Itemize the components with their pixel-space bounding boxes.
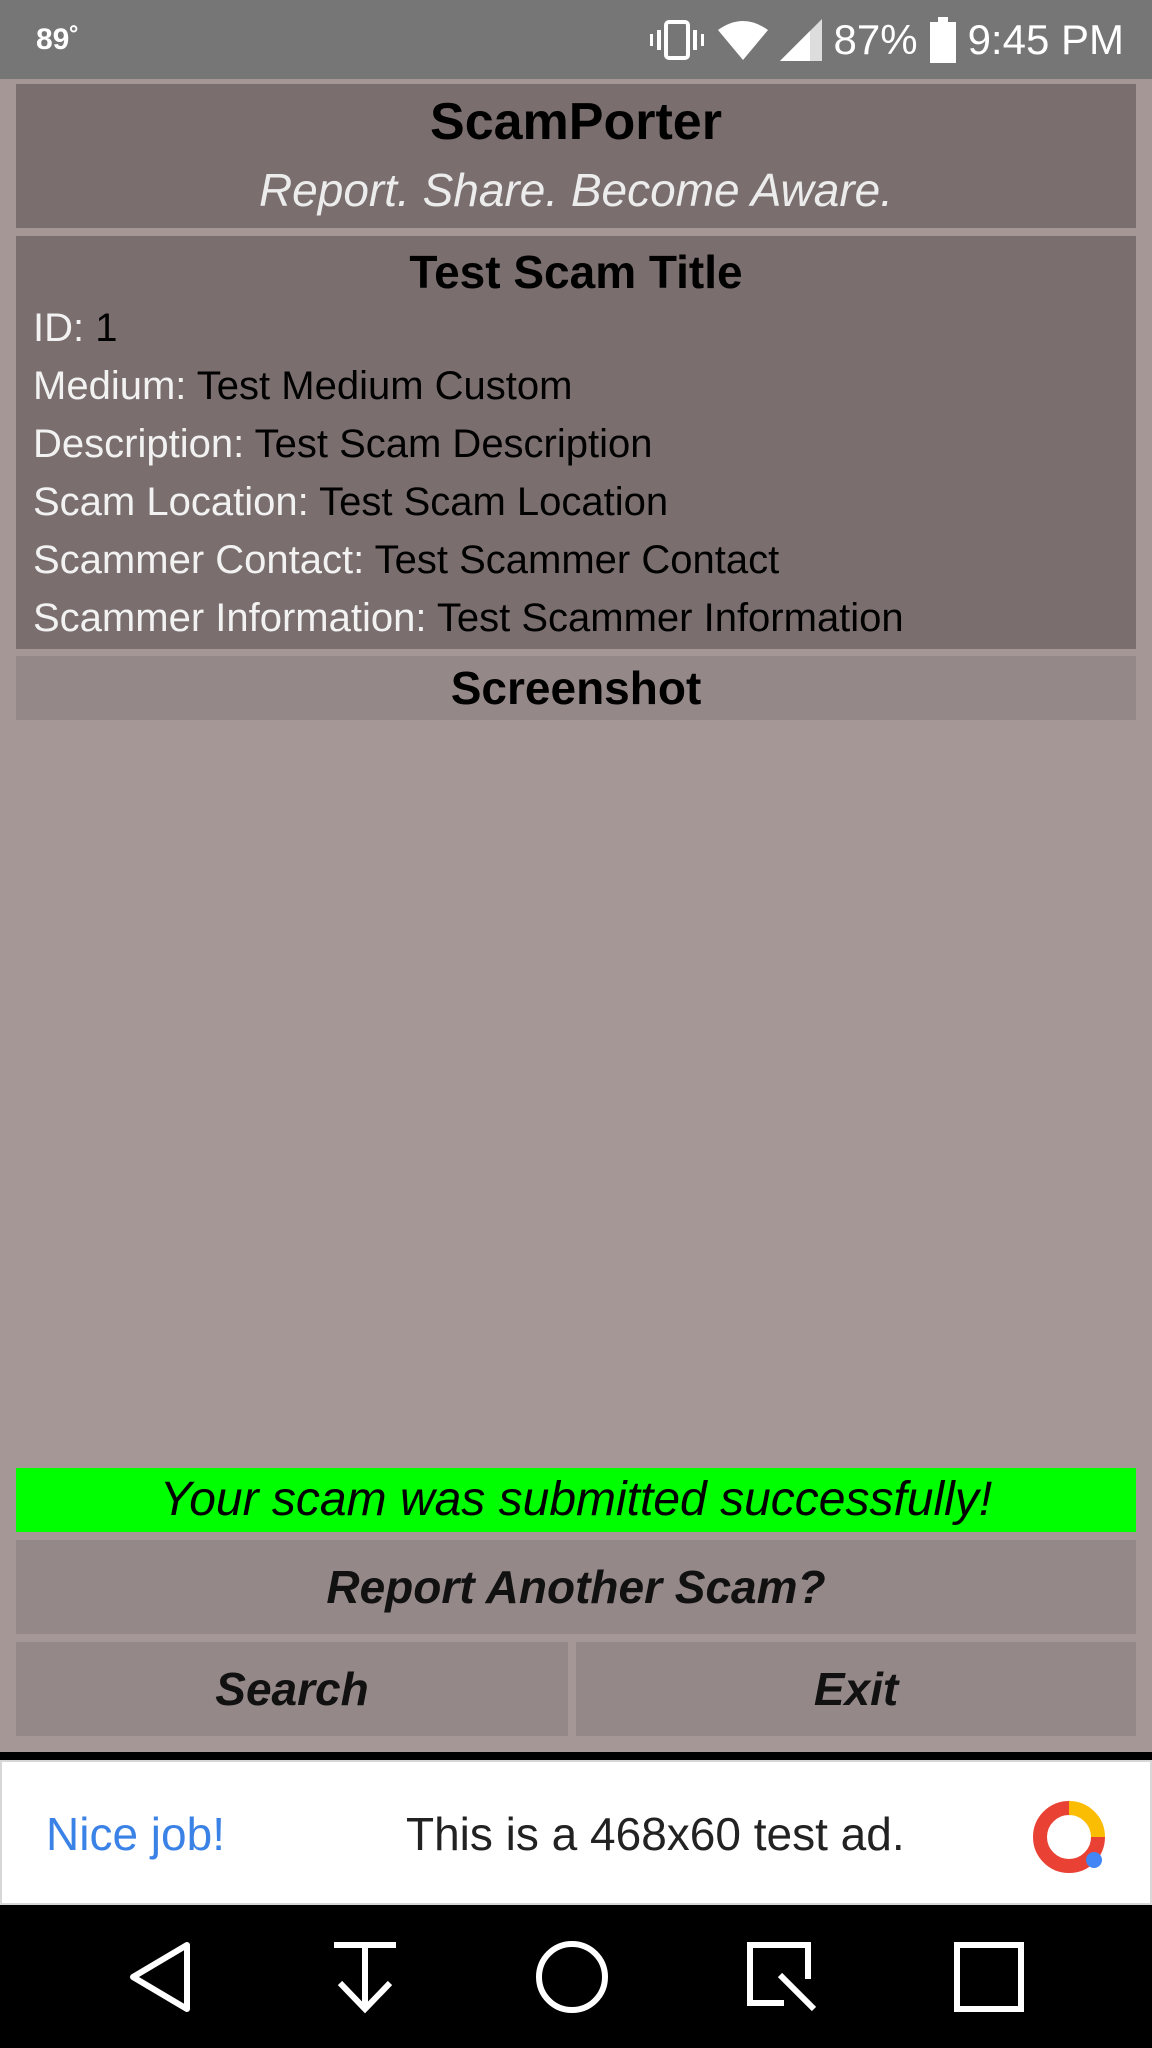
field-scammer-contact: Scammer Contact: Test Scammer Contact (16, 531, 1136, 589)
vibrate-icon (648, 18, 706, 62)
status-bar: 89˚ 87% 9:45 PM (0, 0, 1152, 79)
field-description: Description: Test Scam Description (16, 415, 1136, 473)
ad-banner[interactable]: Nice job! This is a 468x60 test ad. (0, 1760, 1152, 1905)
field-value: 1 (95, 305, 118, 350)
field-label: Scam Location: (33, 479, 309, 524)
field-scam-location: Scam Location: Test Scam Location (16, 473, 1136, 531)
scam-details: Test Scam Title ID: 1 Medium: Test Mediu… (16, 236, 1136, 649)
field-id: ID: 1 (16, 299, 1136, 357)
ad-text: This is a 468x60 test ad. (406, 1808, 905, 1860)
field-label: Medium: (33, 363, 187, 408)
back-icon[interactable] (127, 1939, 197, 2015)
status-icons: 87% 9:45 PM (648, 16, 1124, 64)
field-value: Test Scammer Information (436, 595, 904, 640)
success-banner: Your scam was submitted successfully! (16, 1468, 1136, 1532)
app-header: ScamPorter Report. Share. Become Aware. (16, 84, 1136, 228)
field-medium: Medium: Test Medium Custom (16, 357, 1136, 415)
field-label: Scammer Contact: (33, 537, 365, 582)
scam-title: Test Scam Title (409, 246, 743, 298)
ad-logo-icon (1032, 1800, 1106, 1879)
report-another-scam-button[interactable]: Report Another Scam? (16, 1540, 1136, 1634)
wifi-icon (717, 20, 768, 60)
field-value: Test Scam Location (319, 479, 669, 524)
field-value: Test Medium Custom (196, 363, 573, 408)
field-value: Test Scam Description (254, 421, 653, 466)
recents-icon[interactable] (953, 1941, 1025, 2013)
signal-icon (779, 18, 822, 61)
app-tagline: Report. Share. Become Aware. (258, 164, 894, 217)
ad-divider (0, 1752, 1152, 1760)
exit-button[interactable]: Exit (576, 1642, 1136, 1736)
field-scammer-information: Scammer Information: Test Scammer Inform… (16, 589, 1136, 647)
battery-icon (929, 16, 956, 63)
home-icon[interactable] (534, 1939, 610, 2015)
download-icon[interactable] (330, 1939, 400, 2015)
app-title: ScamPorter (430, 93, 722, 151)
battery-percent: 87% (833, 15, 918, 63)
screenshot-header: Screenshot (16, 656, 1136, 720)
screenshot-area (16, 722, 1136, 1462)
clock: 9:45 PM (967, 15, 1124, 63)
field-value: Test Scammer Contact (374, 537, 780, 582)
ad-nice-job: Nice job! (46, 1808, 225, 1860)
field-label: ID: (33, 305, 85, 350)
temperature-indicator: 89˚ (36, 22, 80, 56)
screenshot-icon[interactable] (744, 1939, 820, 2015)
navigation-bar (0, 1905, 1152, 2048)
field-label: Scammer Information: (33, 595, 427, 640)
search-button[interactable]: Search (16, 1642, 568, 1736)
field-label: Description: (33, 421, 245, 466)
